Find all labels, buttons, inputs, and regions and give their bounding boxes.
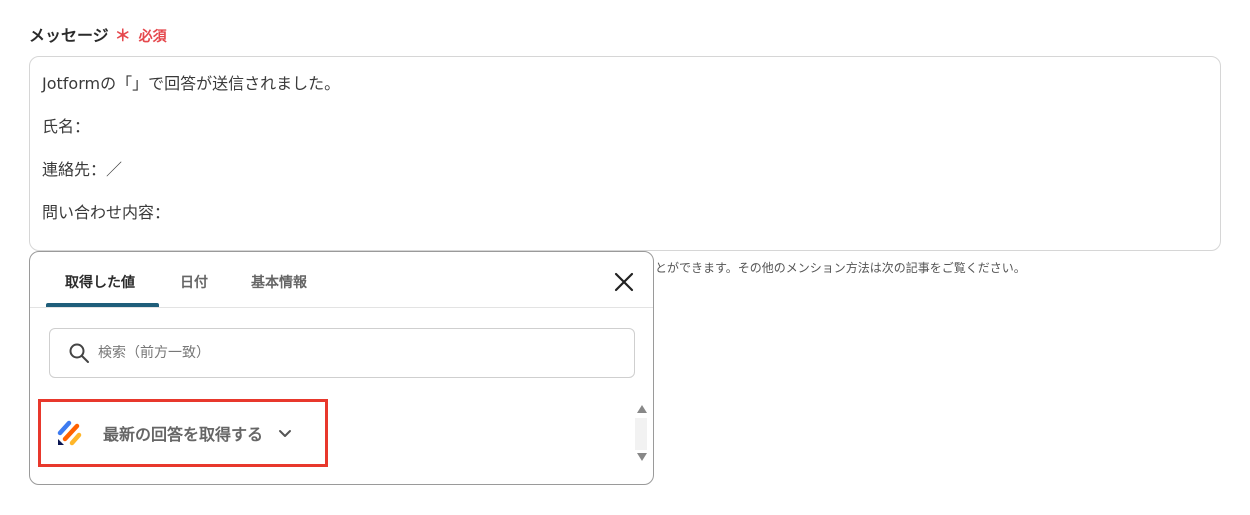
tab-basic-info[interactable]: 基本情報 [251, 272, 307, 292]
helper-text: とができます。その他のメンション方法は次の記事をご覧ください。 [655, 261, 1026, 275]
message-line: 連絡先：／ [42, 160, 123, 179]
required-badge: ＊ 必須 [115, 22, 167, 46]
field-label-text: メッセージ [29, 26, 109, 45]
tab-bar: 取得した値 日付 基本情報 [30, 252, 653, 308]
close-icon [614, 272, 634, 292]
required-text: 必須 [138, 29, 167, 45]
close-button[interactable] [610, 268, 638, 296]
message-line: 氏名： [42, 117, 91, 136]
scroll-up-arrow-icon[interactable] [637, 405, 647, 413]
scroll-track[interactable] [635, 418, 647, 450]
required-asterisk: ＊ [114, 26, 131, 45]
scroll-down-arrow-icon[interactable] [637, 453, 647, 461]
list-item-label: 最新の回答を取得する [103, 425, 264, 444]
tab-date[interactable]: 日付 [180, 272, 208, 292]
search-icon [69, 343, 89, 363]
search-box [49, 328, 635, 378]
list-item-latest-response[interactable]: 最新の回答を取得する [38, 399, 328, 467]
jotform-logo-icon [57, 420, 82, 446]
chevron-down-icon[interactable] [277, 425, 293, 441]
active-tab-indicator [46, 303, 159, 307]
message-textarea[interactable]: Jotformの「」で回答が送信されました。 氏名： 連絡先：／ 問い合わせ内容… [29, 56, 1221, 251]
message-field-label: メッセージ ＊ 必須 [29, 22, 167, 46]
search-input[interactable] [98, 345, 578, 361]
variable-picker-popup: 取得した値 日付 基本情報 最新の回答を取得する [29, 251, 654, 485]
scrollbar[interactable] [634, 402, 650, 464]
tab-acquired-values[interactable]: 取得した値 [65, 272, 135, 292]
message-line: 問い合わせ内容： [42, 203, 171, 222]
message-line: Jotformの「」で回答が送信されました。 [42, 74, 341, 93]
